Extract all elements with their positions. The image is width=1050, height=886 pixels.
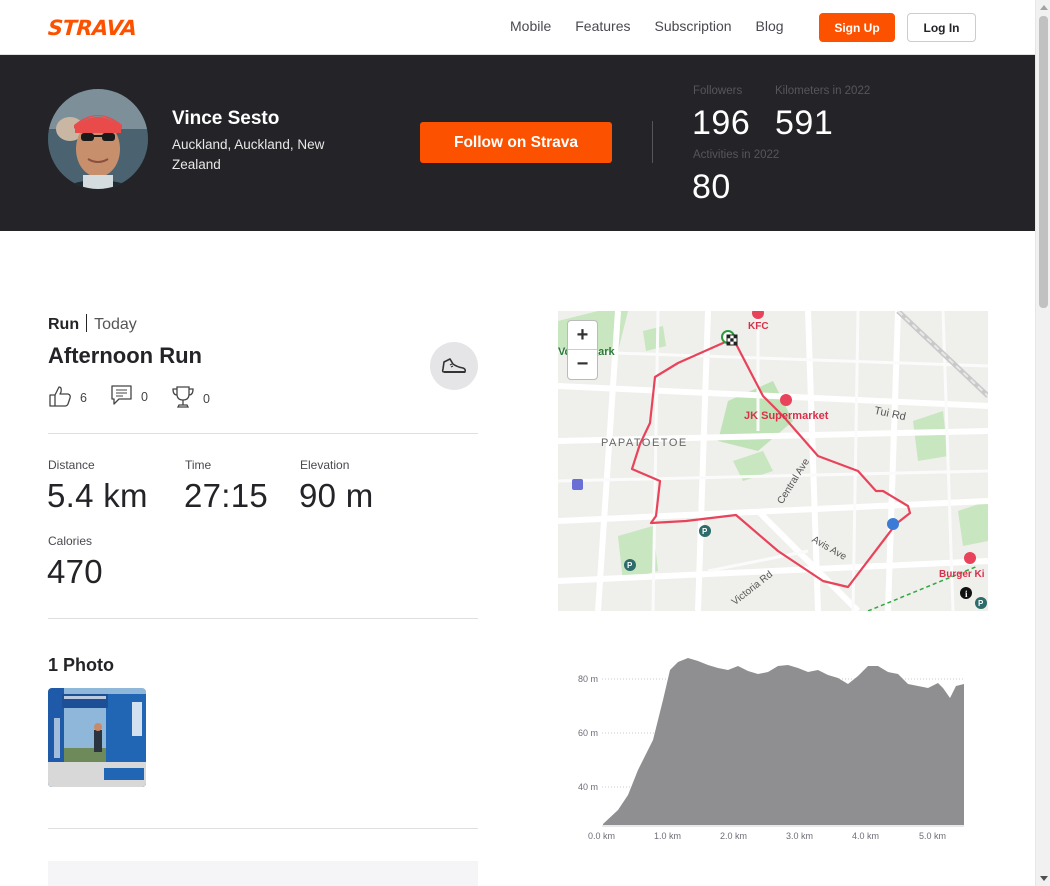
nav-link-features[interactable]: Features [575,18,630,34]
athlete-name[interactable]: Vince Sesto [172,108,279,130]
page-scrollbar[interactable] [1035,0,1050,886]
y-tick-80: 80 m [578,674,598,684]
nav-link-blog[interactable]: Blog [756,18,784,34]
segments-panel [48,861,478,886]
y-tick-60: 60 m [578,728,598,738]
activity-date: Today [94,316,137,333]
athlete-avatar[interactable] [48,89,148,189]
kilometers-value: 591 [775,104,834,142]
page: STRAVA Mobile Features Subscription Blog… [0,0,1035,886]
kudos-group[interactable]: 6 [48,385,87,410]
activity-type: Run [48,316,80,333]
scroll-up-icon[interactable] [1040,5,1048,10]
map-label-suburb: PAPATOETOE [601,437,688,449]
x-tick-5: 5.0 km [919,831,946,841]
elevation-label: Elevation [300,458,350,472]
svg-text:P: P [627,561,633,570]
achievements-group[interactable]: 0 [171,385,210,412]
comments-group[interactable]: 0 [111,385,148,408]
nav-link-mobile[interactable]: Mobile [510,18,551,34]
nav-links: Mobile Features Subscription Blog [510,18,808,34]
kilometers-label: Kilometers in 2022 [775,85,871,97]
x-tick-2: 2.0 km [720,831,747,841]
x-tick-4: 4.0 km [852,831,879,841]
elevation-chart[interactable]: 80 m 60 m 40 m 0.0 km 1.0 km 2.0 km 3.0 … [558,650,988,850]
calories-value: 470 [47,553,103,590]
divider [48,828,478,829]
svg-text:P: P [702,527,708,536]
achievement-count: 0 [203,391,210,406]
login-button[interactable]: Log In [907,13,976,42]
signup-button[interactable]: Sign Up [819,13,895,42]
comment-count: 0 [141,389,148,404]
map-label-jk-supermarket: JK Supermarket [744,410,829,422]
elevation-value: 90 m [299,477,374,514]
activity-type-line: Run Today [48,314,137,334]
athlete-location: Auckland, Auckland, New Zealand [172,137,325,172]
activity-title: Afternoon Run [48,343,202,368]
trophy-icon [171,385,195,412]
zoom-out-button[interactable]: − [568,350,597,379]
followers-count: 196 [692,104,751,142]
time-value: 27:15 [184,477,269,514]
distance-label: Distance [48,458,95,472]
map-zoom-control: + − [567,320,598,380]
y-tick-40: 40 m [578,782,598,792]
separator [86,314,88,332]
shoe-icon[interactable] [430,342,478,390]
activity-photo[interactable] [48,688,146,787]
distance-value: 5.4 km [47,477,148,514]
activities-label: Activities in 2022 [693,149,780,161]
x-tick-3: 3.0 km [786,831,813,841]
nav-link-subscription[interactable]: Subscription [655,18,732,34]
photos-title: 1 Photo [48,655,114,675]
divider [48,433,478,434]
strava-logo[interactable]: STRAVA [47,16,137,40]
scroll-down-icon[interactable] [1040,876,1048,881]
activities-count: 80 [692,168,731,206]
map-label-kfc: KFC [748,321,769,332]
route-map[interactable]: i PPP Volnd Park KFC JK Supermarket PAPA… [558,311,988,611]
calories-label: Calories [48,534,93,548]
thumbs-up-icon [48,385,72,410]
athlete-header: Vince Sesto Auckland, Auckland, New Zeal… [0,55,1035,231]
x-tick-0: 0.0 km [588,831,615,841]
map-label-burger-king: Burger Ki [939,569,985,580]
scrollbar-thumb[interactable] [1039,16,1048,308]
kudos-count: 6 [80,390,87,405]
header-divider [652,121,653,163]
comment-icon [111,385,133,408]
zoom-in-button[interactable]: + [568,321,597,350]
svg-text:P: P [978,599,984,608]
followers-label: Followers [693,85,743,97]
divider [48,618,478,619]
x-tick-1: 1.0 km [654,831,681,841]
follow-button[interactable]: Follow on Strava [420,122,612,163]
top-nav: STRAVA Mobile Features Subscription Blog… [0,0,1035,55]
time-label: Time [185,458,212,472]
